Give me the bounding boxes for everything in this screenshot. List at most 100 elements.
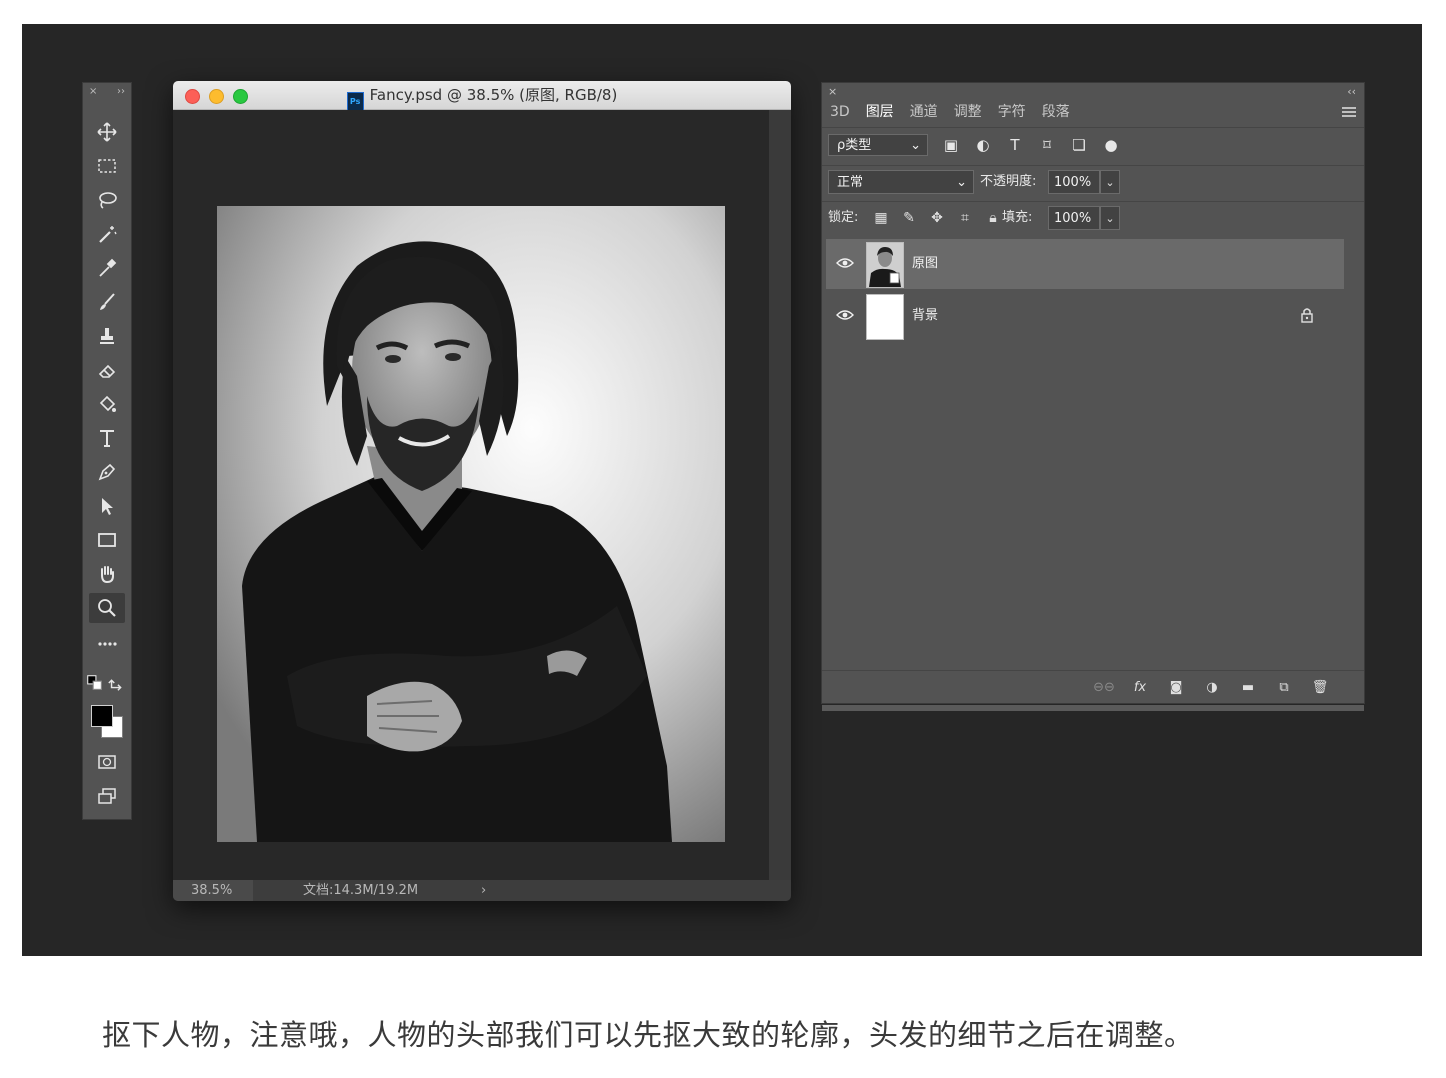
layer-filter-row: ρ类型 ⌄ ▣ ◐ T ⌑ ❏ ●	[822, 127, 1364, 164]
pen-tool-icon[interactable]	[89, 457, 125, 487]
hand-tool-icon[interactable]	[89, 559, 125, 589]
document-size-info: 文档:14.3M/19.2M	[303, 883, 419, 898]
lock-all-icon[interactable]: 🔒︎	[984, 206, 1002, 230]
opacity-chevron-icon[interactable]: ⌄	[1100, 170, 1120, 194]
photo-canvas[interactable]	[217, 206, 725, 842]
layers-panel-header: × ‹‹	[822, 83, 1364, 101]
layer-row[interactable]: 背景	[826, 291, 1344, 341]
shape-layer-filter-icon[interactable]: ⌑	[1038, 134, 1056, 156]
layer-style-icon[interactable]: fx	[1130, 677, 1150, 697]
eye-icon[interactable]	[836, 257, 854, 269]
paint-bucket-tool-icon[interactable]	[89, 389, 125, 419]
lock-image-pixels-icon[interactable]: ✎	[900, 206, 918, 230]
layer-list: 原图 背景	[826, 239, 1344, 343]
tools-panel: × ››	[82, 82, 132, 820]
lock-artboard-icon[interactable]: ⌗	[956, 206, 974, 230]
panel-bottom-edge	[822, 705, 1364, 711]
link-layers-icon[interactable]: ⊖⊖	[1093, 677, 1115, 697]
screenshot-stage: × ›› Ps Fancy.psd @ 38.5% (原图, RGB/8) 38…	[22, 24, 1422, 956]
foreground-color-swatch[interactable]	[91, 705, 113, 727]
default-colors-icon[interactable]	[85, 673, 105, 693]
screen-mode-icon[interactable]	[89, 781, 125, 811]
type-layer-filter-icon[interactable]: T	[1006, 134, 1024, 156]
layers-panel-footer: ⊖⊖ fx ◙ ◑ ▬ ⧉ 🗑︎	[822, 670, 1364, 703]
tab-layers[interactable]: 图层	[857, 101, 902, 123]
layer-action-icons: ⊖⊖ fx ◙ ◑ ▬ ⧉ 🗑︎	[1093, 677, 1330, 697]
eyedropper-tool-icon[interactable]	[89, 253, 125, 283]
opacity-label: 不透明度:	[980, 174, 1037, 189]
tab-channels[interactable]: 通道	[902, 101, 946, 123]
filter-type-label: ρ类型	[837, 138, 872, 153]
tools-close-icon[interactable]: ×	[89, 83, 97, 101]
eraser-tool-icon[interactable]	[89, 355, 125, 385]
stamp-tool-icon[interactable]	[89, 321, 125, 351]
add-mask-icon[interactable]: ◙	[1166, 677, 1186, 697]
fill-field[interactable]: 100%	[1048, 206, 1100, 230]
lasso-tool-icon[interactable]	[89, 185, 125, 215]
caption-text: 抠下人物，注意哦，人物的头部我们可以先抠大致的轮廓，头发的细节之后在调整。	[102, 1018, 1194, 1052]
panel-tabs: 3D 图层 通道 调整 字符 段落	[822, 101, 1078, 123]
zoom-level-field[interactable]: 38.5%	[173, 880, 253, 901]
blend-row: 正常 ⌄ 不透明度: 100% ⌄	[822, 165, 1364, 200]
document-status-bar: 38.5% 文档:14.3M/19.2M ›	[173, 880, 791, 901]
vertical-scrollbar[interactable]	[769, 110, 791, 880]
layer-row[interactable]: 原图	[826, 239, 1344, 289]
brush-tool-icon[interactable]	[89, 287, 125, 317]
tools-panel-header: × ››	[83, 83, 131, 101]
psd-file-icon: Ps	[346, 92, 364, 112]
more-tools-icon[interactable]	[89, 629, 125, 659]
fill-chevron-icon[interactable]: ⌄	[1100, 206, 1120, 230]
document-window: Ps Fancy.psd @ 38.5% (原图, RGB/8) 38.5% 文…	[173, 81, 791, 901]
marquee-tool-icon[interactable]	[89, 151, 125, 181]
chevron-down-icon: ⌄	[956, 175, 967, 190]
adjustment-layer-filter-icon[interactable]: ◐	[974, 134, 992, 156]
delete-layer-icon[interactable]: 🗑︎	[1310, 677, 1330, 697]
smart-object-filter-icon[interactable]: ❏	[1070, 134, 1088, 156]
quick-mask-icon[interactable]	[89, 747, 125, 777]
document-title-label: Fancy.psd @ 38.5% (原图, RGB/8)	[369, 86, 618, 104]
panel-collapse-icon[interactable]: ‹‹	[1347, 85, 1356, 98]
tab-3d[interactable]: 3D	[822, 101, 858, 123]
opacity-field[interactable]: 100%	[1048, 170, 1100, 194]
lock-label: 锁定:	[828, 210, 859, 225]
lock-icons: ▦ ✎ ✥ ⌗ 🔒︎	[872, 206, 1002, 230]
path-select-tool-icon[interactable]	[89, 491, 125, 521]
lock-transparent-pixels-icon[interactable]: ▦	[872, 206, 890, 230]
tab-adjustments[interactable]: 调整	[946, 101, 990, 123]
eye-icon[interactable]	[836, 309, 854, 321]
type-tool-icon[interactable]	[89, 423, 125, 453]
layer-name: 原图	[912, 256, 939, 271]
lock-row: 锁定: ▦ ✎ ✥ ⌗ 🔒︎ 填充: 100% ⌄	[822, 201, 1364, 236]
filter-icons: ▣ ◐ T ⌑ ❏ ●	[942, 134, 1120, 156]
document-titlebar: Ps Fancy.psd @ 38.5% (原图, RGB/8)	[173, 81, 791, 112]
tools-collapse-icon[interactable]: ››	[117, 83, 125, 101]
lock-icon	[1301, 308, 1313, 323]
tab-paragraph[interactable]: 段落	[1034, 101, 1078, 123]
panel-menu-icon[interactable]	[1342, 105, 1356, 119]
magic-wand-tool-icon[interactable]	[89, 219, 125, 249]
new-layer-icon[interactable]: ⧉	[1274, 677, 1294, 697]
zoom-tool-icon[interactable]	[89, 593, 125, 623]
fill-label: 填充:	[1002, 210, 1033, 225]
canvas-area[interactable]	[173, 110, 769, 880]
new-adjustment-layer-icon[interactable]: ◑	[1202, 677, 1222, 697]
document-title: Ps Fancy.psd @ 38.5% (原图, RGB/8)	[173, 81, 791, 112]
status-menu-arrow-icon[interactable]: ›	[481, 880, 486, 901]
layer-thumbnail	[866, 242, 904, 288]
pixel-layer-filter-icon[interactable]: ▣	[942, 134, 960, 156]
move-tool-icon[interactable]	[89, 117, 125, 147]
layer-thumbnail	[866, 294, 904, 340]
tab-character[interactable]: 字符	[990, 101, 1034, 123]
chevron-down-icon: ⌄	[910, 138, 921, 153]
panel-close-icon[interactable]: ×	[828, 85, 837, 98]
blend-mode-label: 正常	[837, 175, 864, 190]
filter-type-dropdown[interactable]: ρ类型 ⌄	[828, 134, 928, 156]
layers-panel: × ‹‹ 3D 图层 通道 调整 字符 段落 ρ类型 ⌄ ▣ ◐ T ⌑ ❏ ●	[821, 82, 1365, 711]
layer-name: 背景	[912, 308, 939, 323]
filter-toggle-icon[interactable]: ●	[1102, 134, 1120, 156]
rectangle-tool-icon[interactable]	[89, 525, 125, 555]
blend-mode-dropdown[interactable]: 正常 ⌄	[828, 170, 974, 194]
swap-colors-icon[interactable]	[107, 673, 127, 693]
lock-position-icon[interactable]: ✥	[928, 206, 946, 230]
new-group-icon[interactable]: ▬	[1238, 677, 1258, 697]
